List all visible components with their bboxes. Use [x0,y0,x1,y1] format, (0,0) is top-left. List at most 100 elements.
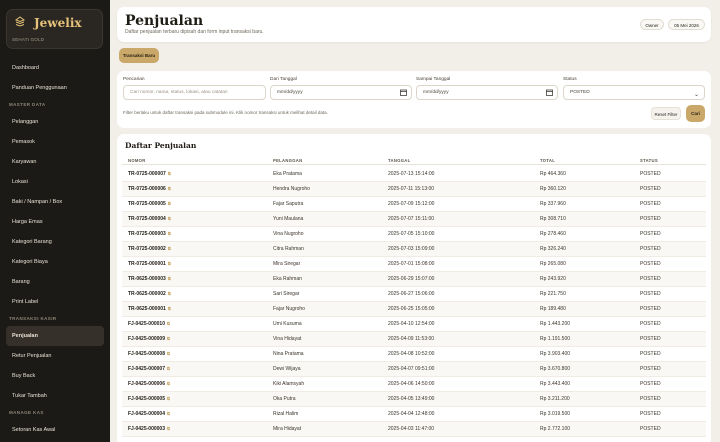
sidebar-item-pemasok[interactable]: Pemasok [0,132,110,152]
cell-nomor-text[interactable]: FJ-0425-000006 [128,381,165,387]
cell-nomor[interactable]: TR-0625-000001 ⧉ [128,302,171,316]
sidebar-item-karyawan[interactable]: Karyawan [0,152,110,172]
cell-nomor[interactable]: FJ-0425-000008 ⧉ [128,347,170,361]
table-row[interactable]: FJ-0425-000010 ⧉ Umi Kusuma 2025-04-10 12:5… [122,317,706,332]
table-row[interactable]: FJ-0425-000009 ⧉ Vina Hidayat 2025-04-09 11… [122,332,706,347]
cell-nomor[interactable]: FJ-0425-000009 ⧉ [128,332,170,346]
reset-filter-button[interactable]: Reset Filter [651,107,681,120]
cell-nomor-text[interactable]: TR-0625-000003 [128,276,166,282]
copy-icon[interactable]: ⧉ [168,291,171,296]
cell-nomor-text[interactable]: TR-0725-000001 [128,261,166,267]
cell-nomor-text[interactable]: TR-0725-000004 [128,216,166,222]
col-header-pelanggan[interactable]: PELANGGAN [273,158,302,163]
cell-nomor-text[interactable]: TR-0625-000002 [128,291,166,297]
sidebar-item-retur-penjualan[interactable]: Retur Penjualan [0,346,110,366]
cell-nomor[interactable]: TR-0725-000004 ⧉ [128,212,171,226]
copy-icon[interactable]: ⧉ [168,261,171,266]
cell-nomor-text[interactable]: TR-0725-000007 [128,171,166,177]
table-row[interactable]: FJ-0425-000007 ⧉ Dewi Wijaya 2025-04-07 09:… [122,362,706,377]
table-row[interactable]: FJ-0425-000008 ⧉ Nina Pratama 2025-04-08 10… [122,347,706,362]
calendar-icon[interactable] [400,89,407,96]
cell-nomor[interactable]: TR-0725-000006 ⧉ [128,182,171,196]
sidebar-item-print-label[interactable]: Print Label [0,292,110,312]
sidebar-item-dashboard[interactable]: Dashboard [0,58,110,78]
brand-card[interactable]: Jewelix SEHATI GOLD [6,9,103,49]
sidebar-item-harga-emas[interactable]: Harga Emas [0,212,110,232]
cell-nomor[interactable]: FJ-0425-000003 ⧉ [128,422,170,436]
col-header-nomor[interactable]: NOMOR [128,158,146,163]
sidebar-item-pelanggan[interactable]: Pelanggan [0,112,110,132]
copy-icon[interactable]: ⧉ [168,276,171,281]
sidebar-item-kategori-barang[interactable]: Kategori Barang [0,232,110,252]
copy-icon[interactable]: ⧉ [167,366,170,371]
table-row[interactable]: TR-0625-000003 ⧉ Eka Rahman 2025-06-29 15:0… [122,272,706,287]
copy-icon[interactable]: ⧉ [168,186,171,191]
cell-nomor-text[interactable]: TR-0625-000001 [128,306,166,312]
col-header-tanggal[interactable]: TANGGAL [388,158,411,163]
table-row[interactable]: TR-0725-000003 ⧉ Vina Nugroho 2025-07-05 15… [122,227,706,242]
cell-nomor-text[interactable]: FJ-0425-000007 [128,366,165,372]
cell-nomor[interactable]: TR-0625-000002 ⧉ [128,287,171,301]
search-button[interactable]: Cari [686,105,705,122]
copy-icon[interactable]: ⧉ [168,201,171,206]
date-from-input[interactable]: mm/dd/yyyy [270,85,412,100]
table-row[interactable]: TR-0725-000006 ⧉ Hendra Nugroho 2025-07-11 … [122,182,706,197]
table-row[interactable]: FJ-0425-000005 ⧉ Oka Putra 2025-04-05 13:49… [122,392,706,407]
cell-nomor[interactable]: FJ-0425-000006 ⧉ [128,377,170,391]
sidebar-item-buy-back[interactable]: Buy Back [0,366,110,386]
sidebar-item-kategori-biaya[interactable]: Kategori Biaya [0,252,110,272]
cell-nomor-text[interactable]: FJ-0425-000003 [128,426,165,432]
calendar-icon[interactable] [546,89,553,96]
sidebar-item-barang[interactable]: Barang [0,272,110,292]
table-row[interactable]: TR-0725-000005 ⧉ Fajar Saputra 2025-07-09 1… [122,197,706,212]
cell-nomor-text[interactable]: FJ-0425-000005 [128,396,165,402]
table-row[interactable]: TR-0725-000007 ⧉ Eka Pratama 2025-07-13 15:… [122,167,706,182]
table-row[interactable]: TR-0625-000001 ⧉ Fajar Nugroho 2025-06-25 1… [122,302,706,317]
cell-nomor[interactable]: TR-0725-000007 ⧉ [128,167,171,181]
status-select[interactable]: POSTED ⌄ [563,85,705,100]
copy-icon[interactable]: ⧉ [167,411,170,416]
col-header-total[interactable]: TOTAL [540,158,555,163]
cell-nomor-text[interactable]: FJ-0425-000004 [128,411,165,417]
table-row[interactable]: FJ-0425-000004 ⧉ Rizal Halim 2025-04-04 12:… [122,407,706,422]
table-row[interactable]: TR-0725-000001 ⧉ Mira Siregar 2025-07-01 15… [122,257,706,272]
cell-nomor-text[interactable]: TR-0725-000005 [128,201,166,207]
copy-icon[interactable]: ⧉ [167,321,170,326]
cell-nomor[interactable]: TR-0725-000005 ⧉ [128,197,171,211]
copy-icon[interactable]: ⧉ [168,246,171,251]
cell-nomor[interactable]: TR-0725-000002 ⧉ [128,242,171,256]
sidebar-item-tukar-tambah[interactable]: Tukar Tambah [0,386,110,406]
table-row[interactable]: TR-0725-000002 ⧉ Citra Rahman 2025-07-03 15… [122,242,706,257]
sidebar-item-baki[interactable]: Baki / Nampan / Box [0,192,110,212]
table-row[interactable]: TR-0725-000004 ⧉ Yuni Maulana 2025-07-07 15… [122,212,706,227]
copy-icon[interactable]: ⧉ [168,171,171,176]
col-header-status[interactable]: STATUS [640,158,658,163]
cell-nomor[interactable]: FJ-0425-000010 ⧉ [128,317,170,331]
user-role-badge[interactable]: Owner [640,19,664,30]
copy-icon[interactable]: ⧉ [167,336,170,341]
sidebar-item-lokasi[interactable]: Lokasi [0,172,110,192]
cell-nomor[interactable]: FJ-0425-000005 ⧉ [128,392,170,406]
cell-nomor-text[interactable]: FJ-0425-000009 [128,336,165,342]
sidebar-item-penjualan[interactable]: Penjualan [6,326,104,346]
copy-icon[interactable]: ⧉ [167,396,170,401]
copy-icon[interactable]: ⧉ [168,306,171,311]
table-row[interactable]: TR-0625-000002 ⧉ Sari Siregar 2025-06-27 15… [122,287,706,302]
cell-nomor[interactable]: FJ-0425-000004 ⧉ [128,407,170,421]
table-row[interactable]: FJ-0425-000003 ⧉ Mira Hidayat 2025-04-03 11… [122,422,706,437]
copy-icon[interactable]: ⧉ [168,231,171,236]
copy-icon[interactable]: ⧉ [167,381,170,386]
table-row[interactable]: FJ-0425-000006 ⧉ Kiki Alamsyah 2025-04-06 1… [122,377,706,392]
new-transaction-button[interactable]: Transaksi Baru [119,48,159,63]
cell-nomor[interactable]: FJ-0425-000007 ⧉ [128,362,170,376]
cell-nomor-text[interactable]: FJ-0425-000008 [128,351,165,357]
cell-nomor-text[interactable]: TR-0725-000006 [128,186,166,192]
cell-nomor-text[interactable]: FJ-0425-000010 [128,321,165,327]
cell-nomor-text[interactable]: TR-0725-000003 [128,231,166,237]
copy-icon[interactable]: ⧉ [168,216,171,221]
cell-nomor[interactable]: TR-0725-000001 ⧉ [128,257,171,271]
copy-icon[interactable]: ⧉ [167,351,170,356]
sidebar-item-setoran-kas-awal[interactable]: Setoran Kas Awal [0,420,110,440]
sidebar-item-panduan[interactable]: Panduan Penggunaan [0,78,110,98]
date-to-input[interactable]: mm/dd/yyyy [416,85,558,100]
